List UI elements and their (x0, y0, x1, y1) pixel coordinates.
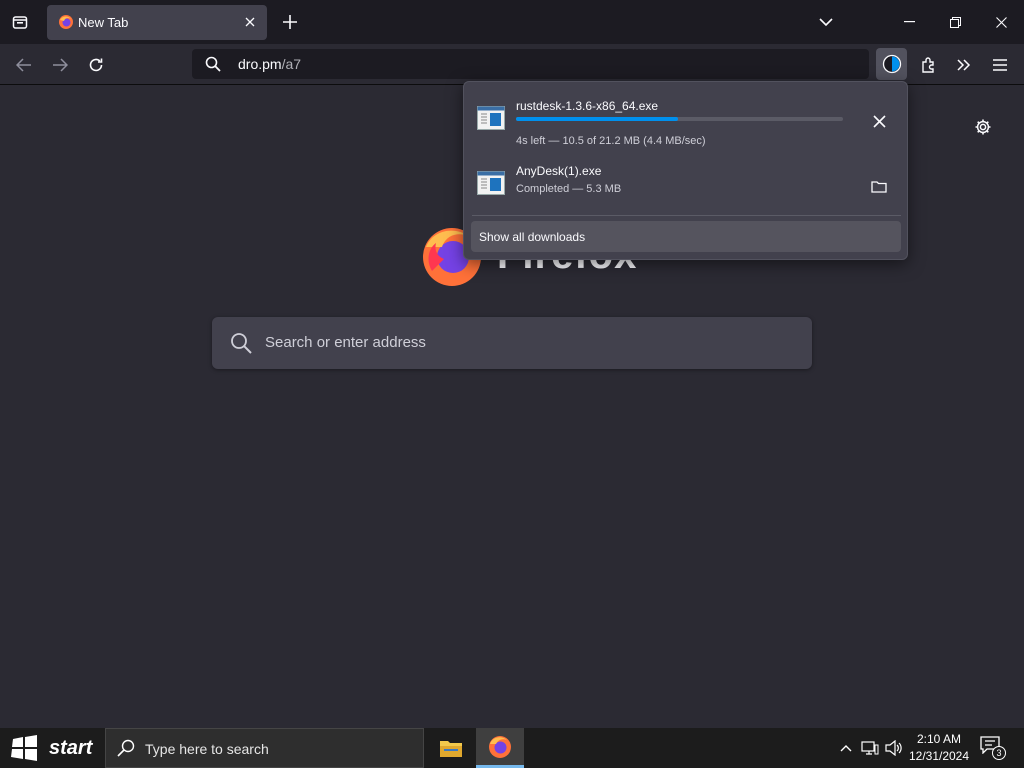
reload-icon[interactable] (82, 51, 110, 79)
download-filename: rustdesk-1.3.6-x86_64.exe (516, 99, 659, 113)
show-in-folder-icon[interactable] (865, 172, 893, 200)
tab-bar: New Tab (0, 0, 1024, 44)
downloads-panel: rustdesk-1.3.6-x86_64.exe 4s left — 10.5… (463, 81, 908, 260)
minimize-icon[interactable] (886, 7, 932, 37)
firefox-taskbar-icon[interactable] (476, 728, 524, 768)
show-all-downloads-button[interactable]: Show all downloads (471, 221, 901, 252)
download-progress-fill (516, 117, 678, 121)
show-hidden-icons-chevron-icon[interactable] (836, 738, 856, 758)
download-item-anydesk[interactable]: AnyDesk(1).exe Completed — 5.3 MB (472, 154, 901, 216)
firefox-favicon-icon (59, 15, 73, 29)
cancel-download-icon[interactable] (865, 107, 893, 135)
url-bar[interactable]: dro.pm/a7 (192, 49, 869, 79)
back-arrow-icon[interactable] (10, 51, 38, 79)
network-icon[interactable] (860, 738, 880, 758)
settings-gear-icon[interactable] (972, 116, 994, 138)
action-center-icon[interactable]: 3 (980, 736, 1008, 760)
search-icon (117, 739, 135, 757)
navigation-toolbar: dro.pm/a7 (0, 44, 1024, 85)
new-tab-plus-icon[interactable] (278, 10, 302, 34)
forward-arrow-icon[interactable] (46, 51, 74, 79)
volume-icon[interactable] (884, 738, 904, 758)
taskbar-search-input[interactable]: Type here to search (105, 728, 424, 768)
panel-divider (472, 215, 901, 216)
overflow-chevrons-icon[interactable] (950, 51, 978, 79)
windows-logo-icon (11, 735, 37, 761)
close-tab-icon[interactable] (241, 13, 259, 31)
download-item-rustdesk[interactable]: rustdesk-1.3.6-x86_64.exe 4s left — 10.5… (472, 89, 901, 151)
download-status: 4s left — 10.5 of 21.2 MB (4.4 MB/sec) (516, 135, 706, 147)
search-icon (205, 56, 221, 72)
clock-time: 2:10 AM (916, 732, 962, 746)
url-host: dro.pm (238, 56, 282, 72)
url-text[interactable]: dro.pm/a7 (238, 56, 301, 72)
start-label: start (49, 737, 93, 759)
taskbar: start Type here to search 2:10 AM 12/31/… (0, 728, 1024, 768)
exe-file-icon (477, 171, 505, 195)
downloads-button[interactable] (876, 48, 907, 80)
taskbar-search-placeholder: Type here to search (145, 741, 269, 757)
url-path: /a7 (281, 56, 302, 72)
list-all-tabs-chevron-icon[interactable] (814, 10, 838, 34)
extensions-puzzle-icon[interactable] (914, 51, 942, 79)
download-status: Completed — 5.3 MB (516, 183, 622, 195)
show-all-downloads-label: Show all downloads (479, 230, 586, 244)
newtab-search-input[interactable]: Search or enter address (212, 317, 812, 369)
search-icon (231, 333, 252, 354)
download-progress-bar (516, 117, 843, 121)
download-filename: AnyDesk(1).exe (516, 164, 602, 178)
taskbar-clock[interactable]: 2:10 AM 12/31/2024 (904, 731, 974, 765)
firefox-view-icon[interactable] (8, 10, 32, 34)
download-progress-icon (882, 54, 901, 74)
exe-file-icon (477, 106, 505, 130)
start-button[interactable]: start (0, 728, 103, 768)
file-explorer-icon[interactable] (427, 728, 475, 768)
close-window-icon[interactable] (978, 7, 1024, 37)
clock-date: 12/31/2024 (908, 749, 970, 763)
app-menu-hamburger-icon[interactable] (986, 51, 1014, 79)
restore-icon[interactable] (932, 7, 978, 37)
tab-new-tab[interactable]: New Tab (47, 5, 267, 40)
search-placeholder: Search or enter address (265, 334, 426, 351)
tab-title: New Tab (78, 15, 129, 30)
notification-count-badge: 3 (992, 746, 1006, 760)
